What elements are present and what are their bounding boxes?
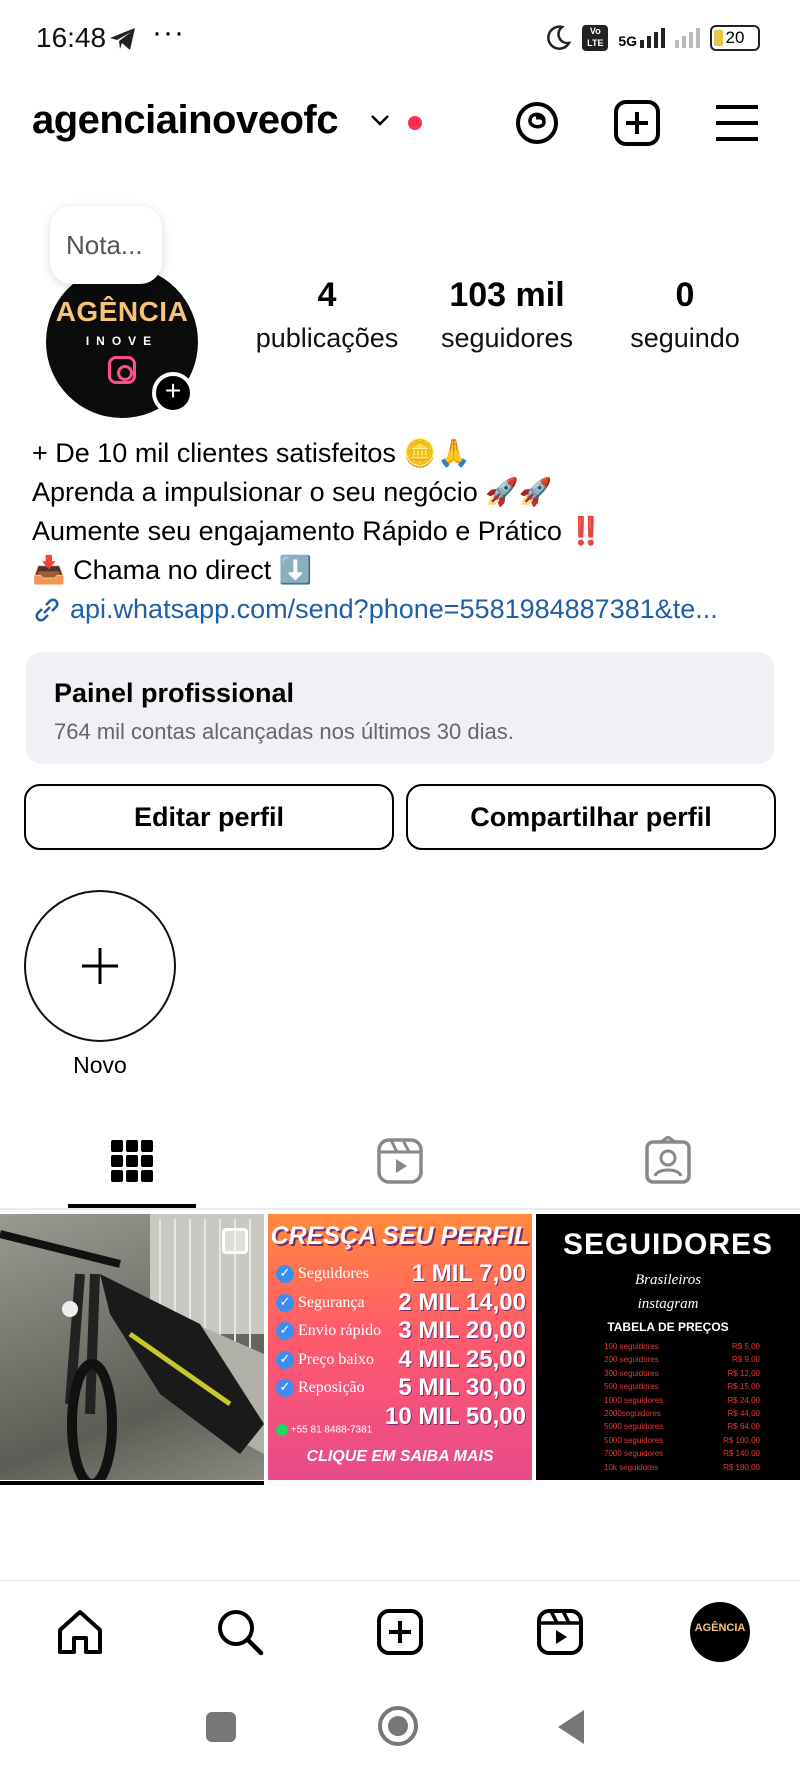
new-highlight-button[interactable] bbox=[24, 890, 176, 1042]
seg-row: 300 seguidores R$ 12,00 bbox=[604, 1368, 760, 1378]
signal-2-icon bbox=[675, 28, 700, 48]
highlight-label: Novo bbox=[73, 1052, 127, 1078]
promo-price-list: ✓ Seguidores 1 MIL 7,00 ✓ Segurança 2 MIL 14… bbox=[276, 1260, 526, 1431]
avatar-logo-subtext: INOVE bbox=[85, 334, 159, 348]
seg-row: 1000 seguidores R$ 24,00 bbox=[604, 1395, 760, 1405]
grid-tab-icon[interactable] bbox=[107, 1136, 157, 1186]
home-icon[interactable] bbox=[54, 1606, 106, 1658]
post-selected-bar bbox=[0, 1481, 264, 1485]
post-bicycle[interactable] bbox=[0, 1214, 264, 1480]
stat-followers[interactable]: 103 mil seguidores bbox=[422, 276, 592, 354]
seg-row: 500 seguidores R$ 15,00 bbox=[604, 1382, 760, 1392]
promo-phone-text: +55 81 8488-7381 bbox=[290, 1424, 373, 1436]
bio-line: Aumente seu engajamento Rápido e Prático… bbox=[32, 516, 603, 546]
promo-cta: CLIQUE EM SAIBA MAIS bbox=[306, 1448, 494, 1465]
active-tab-indicator bbox=[68, 1204, 196, 1208]
edit-profile-button[interactable]: Editar perfil bbox=[24, 784, 394, 850]
reels-icon[interactable] bbox=[534, 1606, 586, 1658]
seg-subtitle: instagram bbox=[637, 1296, 699, 1312]
bottom-nav-divider bbox=[0, 1580, 800, 1581]
bio-line: + De 10 mil clientes satisfeitos 🪙🙏 bbox=[32, 438, 471, 468]
status-time: 16:48 bbox=[36, 22, 107, 53]
share-profile-button[interactable]: Compartilhar perfil bbox=[406, 784, 776, 850]
status-more-dots: ··· bbox=[152, 16, 185, 49]
profile-bio: + De 10 mil clientes satisfeitos 🪙🙏 Apre… bbox=[32, 434, 718, 629]
seg-row: 7000 seguidores R$ 140,00 bbox=[604, 1449, 760, 1459]
promo-row: ✓ Preço baixo 4 MIL 25,00 bbox=[276, 1346, 526, 1375]
stat-following[interactable]: 0 seguindo bbox=[600, 276, 770, 354]
create-icon[interactable] bbox=[374, 1606, 426, 1658]
professional-dashboard[interactable]: Painel profissional 764 mil contas alcan… bbox=[26, 652, 774, 764]
seg-title: SEGUIDORES bbox=[562, 1228, 774, 1261]
stat-value: 0 bbox=[675, 276, 695, 314]
battery-icon: 20 bbox=[710, 25, 760, 51]
panel-title: Painel profissional bbox=[54, 678, 295, 708]
tabs-divider bbox=[0, 1208, 800, 1210]
volte-badge: Vo LTE bbox=[582, 25, 609, 51]
status-indicators: Vo LTE 5G 20 bbox=[544, 24, 760, 52]
bio-link[interactable]: api.whatsapp.com/send?phone=558198488738… bbox=[32, 590, 718, 629]
search-icon[interactable] bbox=[214, 1606, 266, 1658]
battery-level: 20 bbox=[725, 28, 745, 47]
seg-row: 5000 seguidores R$ 100,00 bbox=[604, 1435, 760, 1445]
reels-tab-icon[interactable] bbox=[375, 1136, 425, 1186]
stat-label: seguidores bbox=[440, 323, 574, 353]
stat-value: 103 mil bbox=[449, 276, 565, 314]
bio-line: 📥 Chama no direct ⬇️ bbox=[32, 555, 313, 585]
plus-icon bbox=[82, 948, 118, 984]
profile-nav-avatar[interactable]: AGÊNCIA bbox=[690, 1602, 750, 1662]
notification-dot bbox=[408, 116, 422, 130]
create-post-icon[interactable] bbox=[612, 98, 662, 148]
seg-subtitle: Brasileiros bbox=[634, 1272, 702, 1288]
menu-icon[interactable] bbox=[712, 98, 762, 148]
avatar-logo-text: AGÊNCIA bbox=[55, 296, 189, 327]
bio-link-text: api.whatsapp.com/send?phone=558198488738… bbox=[70, 594, 718, 624]
seg-row: 5000 seguidores R$ 64,00 bbox=[604, 1422, 760, 1432]
multi-photo-icon bbox=[222, 1228, 248, 1254]
panel-subtitle: 764 mil contas alcançadas nos últimos 30… bbox=[54, 719, 514, 744]
seg-row: 2000seguidores R$ 44,00 bbox=[604, 1408, 760, 1418]
seg-price-table: 100 seguidores R$ 5,00 200 seguidores R$ 9… bbox=[604, 1342, 760, 1476]
promo-row: ✓ Segurança 2 MIL 14,00 bbox=[276, 1289, 526, 1318]
tagged-tab-icon[interactable] bbox=[643, 1136, 693, 1186]
bio-line: Aprenda a impulsionar o seu negócio 🚀🚀 bbox=[32, 477, 553, 507]
link-icon bbox=[35, 598, 59, 621]
account-switcher[interactable]: agenciainoveofc bbox=[32, 98, 338, 143]
stat-value: 4 bbox=[317, 276, 337, 314]
seg-table-title: TABELA DE PREÇOS bbox=[607, 1320, 729, 1334]
promo-title: CRESÇA SEU PERFIL bbox=[270, 1222, 530, 1250]
back-system-button[interactable] bbox=[554, 1708, 588, 1746]
threads-icon[interactable] bbox=[512, 98, 562, 148]
signal-icon: 5G bbox=[618, 28, 665, 48]
promo-phone: +55 81 8488-7381 bbox=[276, 1424, 372, 1436]
network-type: 5G bbox=[618, 33, 637, 49]
telegram-icon bbox=[110, 28, 135, 50]
promo-row: ✓ Reposição 5 MIL 30,00 bbox=[276, 1374, 526, 1403]
seg-row: 200 seguidores R$ 9,00 bbox=[604, 1355, 760, 1365]
whatsapp-icon bbox=[276, 1424, 288, 1436]
stat-posts[interactable]: 4 publicações bbox=[242, 276, 412, 354]
stat-label: seguindo bbox=[630, 323, 740, 353]
promo-row: ✓ Envio rápido 3 MIL 20,00 bbox=[276, 1317, 526, 1346]
add-story-button[interactable]: + bbox=[152, 372, 194, 414]
recent-apps-button[interactable] bbox=[206, 1712, 236, 1742]
home-system-button[interactable] bbox=[376, 1704, 420, 1748]
post-seguidores-tabela[interactable]: SEGUIDORES Brasileiros instagram TABELA … bbox=[536, 1214, 800, 1480]
chevron-down-icon[interactable] bbox=[368, 108, 392, 132]
promo-row: ✓ Seguidores 1 MIL 7,00 bbox=[276, 1260, 526, 1289]
seg-row: 100 seguidores R$ 5,00 bbox=[604, 1342, 760, 1351]
post-promo-cresca[interactable]: CRESÇA SEU PERFIL ✓ Seguidores 1 MIL 7,00 … bbox=[268, 1214, 532, 1480]
stat-label: publicações bbox=[255, 323, 399, 353]
note-bubble[interactable]: Nota... bbox=[50, 206, 162, 284]
status-bar: 16:48 ··· Vo LTE 5G 20 bbox=[0, 0, 800, 80]
moon-icon bbox=[547, 25, 572, 50]
seg-row: 10k seguidores R$ 180,00 bbox=[604, 1462, 760, 1472]
instagram-logo-icon bbox=[108, 356, 136, 384]
